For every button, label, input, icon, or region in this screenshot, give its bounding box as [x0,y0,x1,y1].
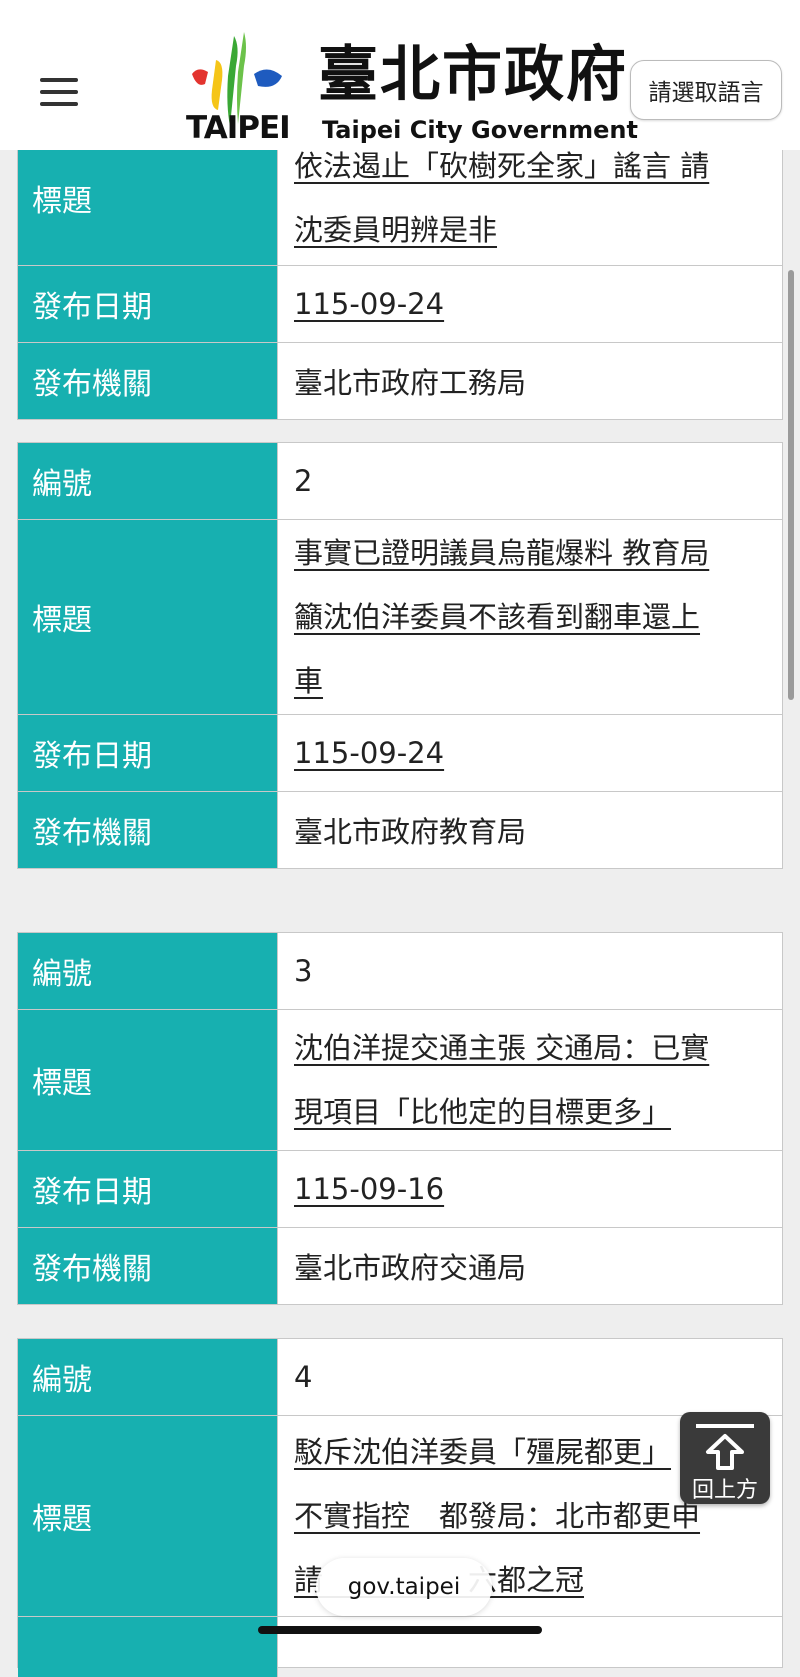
number-row: 編號 3 [18,933,782,1010]
date-label: 發布日期 [18,1151,278,1227]
news-agency: 臺北市政府交通局 [294,1251,527,1285]
date-row: 發布日期 115-09-24 [18,715,782,792]
news-card: 編號 2 標題 事實已證明議員烏龍爆料 教育局 籲沈伯洋委員不該看到翻車還上 車… [17,442,783,869]
title-label: 標題 [18,1010,278,1150]
news-card: 標題 依法遏止「砍樹死全家」謠言 請 沈委員明辨是非 發布日期 115-09-2… [17,130,783,420]
news-title-link[interactable]: 事實已證明議員烏龍爆料 教育局 籲沈伯洋委員不該看到翻車還上 車 [278,520,782,714]
logo-wordmark: TAIPEI [186,110,291,146]
title-row: 標題 沈伯洋提交通主張 交通局：已實 現項目「比他定的目標更多」 [18,1010,782,1151]
browser-url-bar[interactable]: gov.taipei [316,1558,492,1616]
page-scrollbar[interactable] [788,270,794,700]
number-label: 編號 [18,443,278,519]
agency-label: 發布機關 [18,343,278,419]
number-row: 編號 2 [18,443,782,520]
news-agency: 臺北市政府工務局 [294,366,527,400]
news-date-link[interactable]: 115-09-24 [278,715,782,791]
date-label: 發布日期 [18,266,278,342]
date-row: 發布日期 115-09-24 [18,266,782,343]
news-date-link[interactable]: 115-09-24 [278,266,782,342]
agency-row: 發布機關 臺北市政府工務局 [18,343,782,419]
date-label [18,1617,278,1677]
news-number: 3 [294,954,313,988]
number-label: 編號 [18,1339,278,1415]
agency-label: 發布機關 [18,792,278,868]
date-label: 發布日期 [18,715,278,791]
news-title-link[interactable]: 依法遏止「砍樹死全家」謠言 請 沈委員明辨是非 [278,131,782,265]
news-title-link[interactable]: 沈伯洋提交通主張 交通局：已實 現項目「比他定的目標更多」 [278,1010,782,1150]
site-header: TAIPEI 臺北市政府 Taipei City Government 請選取語… [0,0,800,150]
agency-label: 發布機關 [18,1228,278,1304]
hamburger-menu-icon[interactable] [40,78,80,108]
agency-row: 發布機關 臺北市政府交通局 [18,1228,782,1304]
arrow-up-icon [706,1434,744,1470]
site-title[interactable]: 臺北市政府 [318,38,628,112]
back-to-top-button[interactable]: 回上方 [680,1412,770,1504]
number-label: 編號 [18,933,278,1009]
news-number: 4 [294,1360,313,1394]
home-indicator[interactable] [258,1626,542,1634]
title-row: 標題 事實已證明議員烏龍爆料 教育局 籲沈伯洋委員不該看到翻車還上 車 [18,520,782,715]
site-subtitle: Taipei City Government [322,116,638,144]
language-select-button[interactable]: 請選取語言 [630,60,782,120]
news-card: 編號 3 標題 沈伯洋提交通主張 交通局：已實 現項目「比他定的目標更多」 發布… [17,932,783,1305]
news-number: 2 [294,464,313,498]
date-row: 發布日期 115-09-16 [18,1151,782,1228]
title-label: 標題 [18,520,278,714]
news-date-link[interactable]: 115-09-16 [278,1151,782,1227]
back-to-top-label: 回上方 [691,1478,758,1503]
agency-row: 發布機關 臺北市政府教育局 [18,792,782,868]
news-card: 編號 4 標題 駁斥沈伯洋委員「殭屍都更」 不實指控 都發局：北市都更申 請 六… [17,1338,783,1677]
number-row: 編號 4 [18,1339,782,1416]
title-label: 標題 [18,131,278,265]
title-label: 標題 [18,1416,278,1616]
news-agency: 臺北市政府教育局 [294,815,527,849]
title-row: 標題 依法遏止「砍樹死全家」謠言 請 沈委員明辨是非 [18,131,782,266]
